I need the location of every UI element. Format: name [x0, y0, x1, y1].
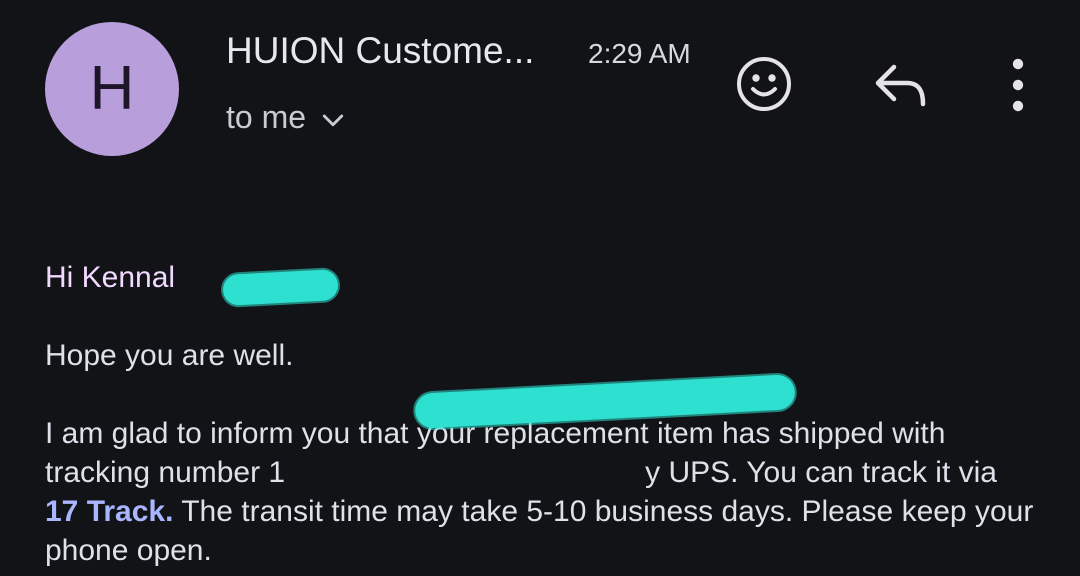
emoji-reaction-icon	[737, 57, 791, 111]
greeting-line: Hi Kennal,	[45, 258, 1035, 306]
sender-name[interactable]: HUION Custome...	[226, 30, 534, 72]
more-options-icon	[1012, 58, 1024, 112]
message-end: The transit time may take 5-10 business …	[45, 495, 1034, 567]
more-options-button[interactable]	[995, 52, 1041, 118]
message-time: 2:29 AM	[588, 38, 691, 69]
emoji-reaction-button[interactable]	[733, 53, 795, 115]
hope-line: Hope you are well.	[45, 339, 294, 372]
recipient-label: to me	[226, 99, 307, 135]
sender-avatar[interactable]: H	[45, 22, 179, 156]
avatar-letter: H	[89, 54, 135, 123]
chevron-down-icon	[318, 100, 348, 136]
tracking-link[interactable]: 17 Track.	[45, 495, 173, 528]
message-body: Hi Kennal, Hope you are well. I am glad …	[45, 258, 1035, 570]
recipient-toggle[interactable]: to me	[226, 99, 348, 136]
greeting-text: Hi Kennal	[45, 261, 176, 294]
reply-button[interactable]	[868, 55, 932, 115]
email-view: H HUION Custome... 2:29 AM to me Hi Kenn…	[0, 0, 1080, 576]
message-middle: y UPS. You can track it via	[645, 456, 997, 489]
shipping-message: I am glad to inform you that your replac…	[45, 414, 1035, 570]
redacted-name	[222, 269, 339, 306]
reply-icon	[875, 64, 926, 107]
